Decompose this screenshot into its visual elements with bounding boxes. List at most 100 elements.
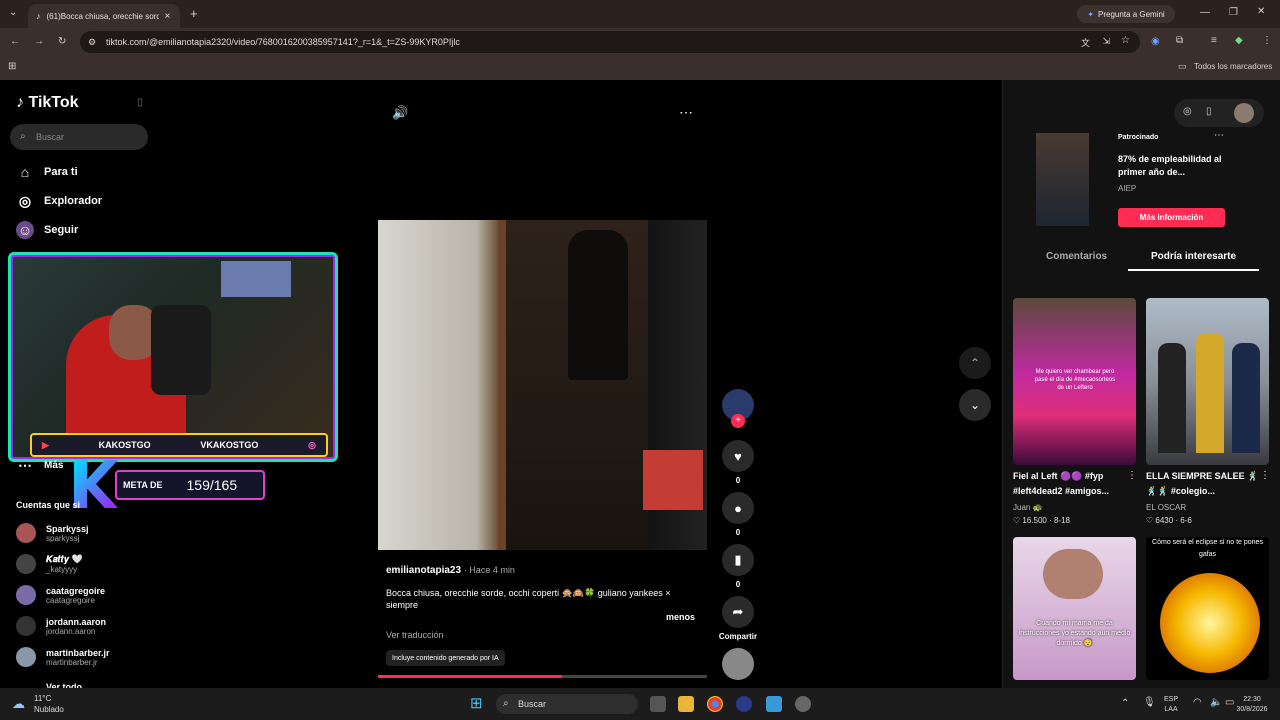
nav-more[interactable]: ⋯ Más [16,456,63,474]
windows-start-icon[interactable]: ⊞ [470,696,483,711]
compass-icon[interactable]: ◎ [1183,107,1192,117]
extension-icon[interactable]: ◉ [1151,37,1160,47]
account-item[interactable]: jordann.aaron jordann.aaron [16,616,106,636]
menu-kebab-icon[interactable]: ⋮ [1262,36,1272,46]
extensions-puzzle-icon[interactable]: ⧉ [1176,36,1183,46]
account-item[interactable]: martinbarber.jr martinbarber.jr [16,647,110,667]
like-button[interactable]: ♥ [722,440,754,472]
author-username[interactable]: emilianotapia23 [386,565,461,576]
app-icon[interactable] [795,696,811,712]
account-item[interactable]: caatagregoire caatagregoire [16,585,105,605]
new-tab-button[interactable]: + [190,7,198,20]
media-controls-icon[interactable]: ≡ [1211,36,1217,46]
bookmark-star-icon[interactable]: ☆ [1121,35,1130,46]
video-player[interactable] [378,220,707,550]
recommended-video-thumb[interactable] [1146,298,1269,465]
account-item[interactable]: Sparkyssj sparkyssj [16,523,89,543]
microphone-icon[interactable]: 🎙 [1143,698,1156,708]
translate-link[interactable]: Ver traducción [386,630,444,640]
nav-for-you[interactable]: ⌂ Para ti [16,163,78,181]
app-icon[interactable] [736,696,752,712]
ad-options-icon[interactable]: ⋯ [1214,131,1224,141]
account-item[interactable]: 𝑲𝒂𝒕𝒕𝒚 🤍 _katyyyy [16,554,83,574]
nav-label: Más [44,459,64,471]
apps-grid-icon[interactable]: ⊞ [8,62,16,72]
video-shoebox [643,450,703,510]
more-info-button[interactable]: Más información [1118,208,1225,227]
gemini-button[interactable]: ✦ Pregunta a Gemini [1077,5,1175,23]
mobile-icon[interactable]: ▯ [1206,107,1212,117]
close-tab-icon[interactable]: × [165,11,171,22]
wifi-icon[interactable]: ◠ [1193,698,1202,708]
site-info-icon[interactable]: ⚙ [88,37,96,48]
save-count: 0 [735,580,741,589]
reload-icon[interactable]: ↻ [58,37,66,47]
file-explorer-icon[interactable] [678,696,694,712]
minimize-icon[interactable]: — [1200,8,1210,18]
recommended-video-thumb[interactable]: Me quiero ver chambear pero pasé el día … [1013,298,1136,465]
previous-video-button[interactable]: ⌃ [959,347,991,379]
taskbar-search[interactable]: ⌕ Buscar [496,694,638,714]
save-button[interactable]: ▮ [722,544,754,576]
translate-icon[interactable]: 文 [1081,36,1090,49]
tab-comments[interactable]: Comentarios [1046,251,1107,262]
clock[interactable]: 22:30 30/8/2026 [1228,695,1276,715]
tiktok-favicon-icon: ♪ [36,11,41,21]
recommended-video-thumb[interactable]: Cuando mi mamá me da instrucciones yo es… [1013,537,1136,680]
recommended-video-author[interactable]: Juan 🐢 [1013,503,1043,512]
next-video-button[interactable]: ⌄ [959,389,991,421]
recommended-video-title[interactable]: ELLA SIEMPRE SALEE 🕺🕺🕺 #colegio... [1146,469,1269,499]
browser-tab[interactable]: ♪ (61)Bocca chiusa, orecchie sord... × [28,4,180,28]
comment-count: 0 [735,528,741,537]
thumb-overlay-text: Cuando mi mamá me da instrucciones yo es… [1018,620,1131,647]
install-icon[interactable]: ⇲ [1102,36,1110,47]
share-icon: ➦ [732,604,744,619]
tab-list-icon[interactable]: ⌄ [9,8,17,18]
video-progress-bar[interactable] [378,675,707,678]
chevron-up-icon[interactable]: ⌃ [1121,699,1129,709]
weather-desc[interactable]: Nublado [34,705,64,714]
video-options-icon[interactable]: ⋯ [679,105,693,119]
tab-may-interest[interactable]: Podría interesarte [1151,251,1236,262]
comment-button[interactable]: ● [722,492,754,524]
chrome-icon[interactable] [707,696,723,712]
app-icon[interactable] [766,696,782,712]
show-less-button[interactable]: menos [666,612,695,622]
account-name: Sparkyssj [46,523,89,534]
close-window-icon[interactable]: ✕ [1257,7,1265,17]
address-bar[interactable]: ⚙ tiktok.com/@emilianotapia2320/video/76… [80,31,1140,53]
recommended-video-thumb[interactable]: Cómo será el eclipse si no te pones gafa… [1146,537,1269,680]
sound-disc[interactable] [722,648,754,680]
follow-plus-icon[interactable]: + [731,414,745,428]
nav-label: Seguir [44,224,79,236]
weather-temp[interactable]: 11°C [34,694,51,703]
weather-cloud-icon[interactable]: ☁ [12,697,25,710]
language-indicator[interactable]: ESP LAA [1164,695,1178,715]
maximize-icon[interactable]: ❐ [1229,8,1238,18]
forward-icon[interactable]: → [34,37,44,47]
user-avatar[interactable] [1234,103,1254,123]
recommended-video-title[interactable]: Fiel al Left 🟣🟣 #fyp #left4dead2 #amigos… [1013,469,1136,499]
account-handle: _katyyyy [46,565,78,574]
search-placeholder: Buscar [36,132,65,142]
task-view-icon[interactable] [650,696,666,712]
nav-explore[interactable]: ◎ Explorador [16,192,102,210]
search-input[interactable]: ⌕ Buscar [10,124,148,150]
collapse-sidebar-icon[interactable]: ▯ [137,98,143,108]
share-button[interactable]: ➦ [722,596,754,628]
recommended-video-stats: ♡ 6430 · 6-6 [1146,516,1192,525]
thumb-options-icon[interactable]: ⋮ [1260,471,1270,481]
all-bookmarks-link[interactable]: Todos los marcadores [1194,62,1272,71]
profile-icon[interactable]: ◆ [1235,36,1243,46]
nav-following[interactable]: ☺ Seguir [16,221,78,239]
ad-image[interactable] [1036,133,1089,226]
back-icon[interactable]: ← [10,37,20,47]
thumb-options-icon[interactable]: ⋮ [1127,471,1137,481]
tiktok-logo[interactable]: ♪ TikTok [16,94,79,112]
volume-icon[interactable]: 🔈 [1210,698,1222,708]
volume-icon[interactable]: 🔊 [392,106,408,119]
recommended-video-author[interactable]: EL OSCAR [1146,503,1186,512]
ad-title[interactable]: 87% de empleabilidad al primer año de... [1118,153,1228,179]
like-count: 0 [735,476,741,485]
video-author[interactable]: emilianotapia23 · Hace 4 min [386,565,515,576]
